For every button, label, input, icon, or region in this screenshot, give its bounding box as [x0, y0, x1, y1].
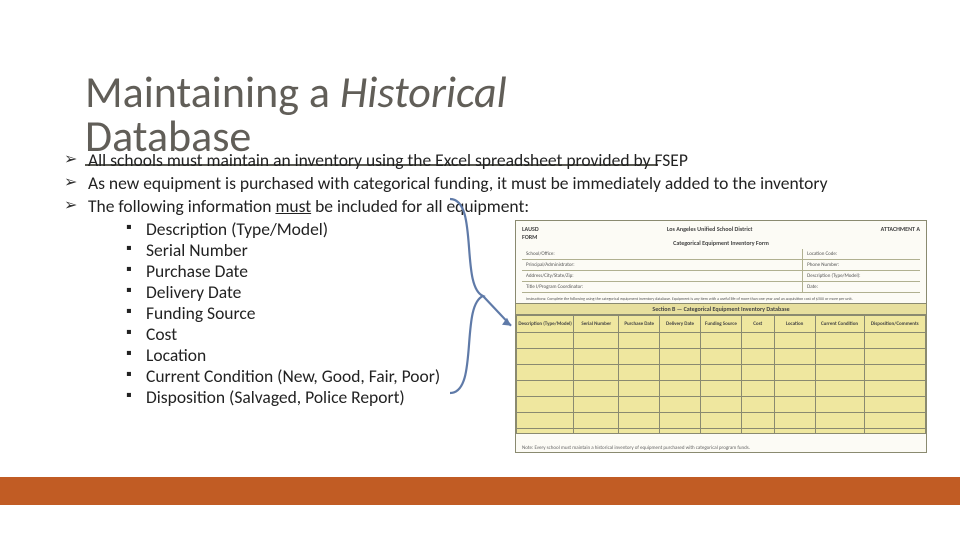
- form-coordinator: Title I/Program Coordinator:: [522, 282, 803, 292]
- table-row: [517, 413, 926, 429]
- table-row: [517, 349, 926, 365]
- subitem-1-text: Description (Type/Model): [146, 218, 328, 240]
- form-date: Date:: [803, 282, 920, 292]
- col-disposition: Disposition/Comments: [864, 316, 925, 333]
- form-footer-text: Note: Every school must maintain a histo…: [522, 445, 750, 451]
- table-row: [517, 365, 926, 381]
- col-cost: Cost: [741, 316, 774, 333]
- col-funding: Funding Source: [701, 316, 742, 333]
- form-district: Los Angeles Unified School District: [539, 225, 881, 239]
- bullet-2: As new equipment is purchased with categ…: [60, 173, 900, 194]
- subitem-3-text: Purchase Date: [146, 260, 248, 282]
- form-school-label: LAUSDFORM: [522, 225, 539, 239]
- subitem-9-text: Disposition (Salvaged, Police Report): [146, 386, 405, 408]
- table-row: [517, 333, 926, 349]
- subitem-6-text: Cost: [146, 323, 177, 345]
- bullet-2-text: As new equipment is purchased with categ…: [88, 172, 828, 194]
- bullet-3-underlined: must: [275, 195, 311, 217]
- table-row: [517, 381, 926, 397]
- form-location-code: Location Code:: [803, 249, 920, 259]
- slide-bottom-bar: [0, 477, 960, 505]
- form-address: Address/City/State/Zip:: [522, 271, 803, 281]
- subitem-5-text: Funding Source: [146, 302, 255, 324]
- form-instructions: Instructions: Complete the following usi…: [522, 293, 920, 305]
- col-serial: Serial Number: [574, 316, 619, 333]
- col-description: Description (Type/Model): [517, 316, 574, 333]
- form-school-field: School/Office:: [522, 249, 803, 259]
- subitem-7-text: Location: [146, 344, 206, 366]
- bullet-3-post: be included for all equipment:: [311, 195, 529, 217]
- subitem-8-text: Current Condition (New, Good, Fair, Poor…: [146, 365, 440, 387]
- form-principal: Principal/Administrator:: [522, 260, 803, 270]
- table-header-row: Description (Type/Model) Serial Number P…: [517, 316, 926, 333]
- form-phone: Phone Number:: [803, 260, 920, 270]
- form-band-text: Section B — Categorical Equipment Invent…: [652, 305, 789, 313]
- col-purchase-date: Purchase Date: [619, 316, 660, 333]
- form-attachment: ATTACHMENT A: [881, 225, 920, 239]
- col-location: Location: [774, 316, 815, 333]
- form-model: Description (Type/Model):: [803, 271, 920, 281]
- bullet-1: All schools must maintain an inventory u…: [60, 150, 900, 171]
- form-footer: Note: Every school must maintain a histo…: [516, 434, 926, 453]
- subitem-4-text: Delivery Date: [146, 281, 241, 303]
- bullet-1-text: All schools must maintain an inventory u…: [88, 149, 688, 171]
- title-italic: Historical: [340, 65, 507, 119]
- bullet-3-pre: The following information: [88, 195, 275, 217]
- col-delivery-date: Delivery Date: [660, 316, 701, 333]
- table-row: [517, 397, 926, 413]
- form-header-section: LAUSDFORM Los Angeles Unified School Dis…: [516, 221, 926, 303]
- form-table: Description (Type/Model) Serial Number P…: [516, 315, 926, 434]
- form-title-text: Categorical Equipment Inventory Form: [673, 239, 769, 249]
- inventory-form-thumbnail: LAUSDFORM Los Angeles Unified School Dis…: [515, 220, 927, 453]
- col-condition: Current Condition: [815, 316, 864, 333]
- subitem-2-text: Serial Number: [146, 239, 248, 261]
